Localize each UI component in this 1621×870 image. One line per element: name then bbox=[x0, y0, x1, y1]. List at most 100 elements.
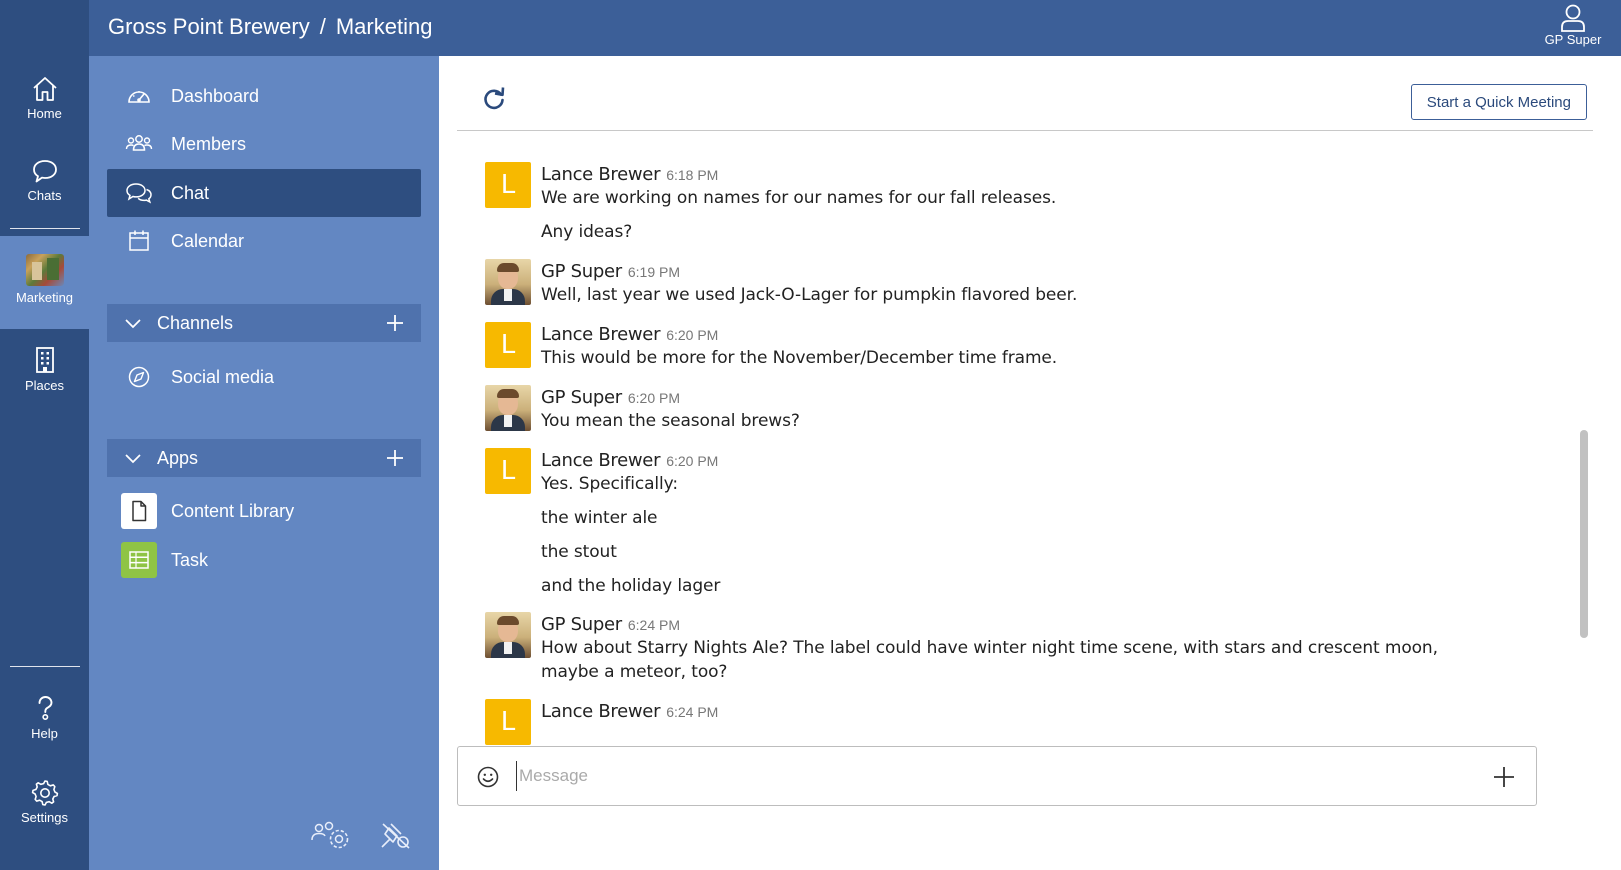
avatar[interactable] bbox=[485, 259, 531, 305]
add-attachment-plus-icon[interactable] bbox=[1492, 765, 1516, 789]
chat-main-panel: Start a Quick Meeting L Lance Brewer 6:18… bbox=[439, 56, 1621, 870]
breadcrumb-channel: Marketing bbox=[335, 14, 433, 39]
building-icon bbox=[35, 347, 54, 373]
nav-item-chat[interactable]: Chat bbox=[107, 169, 421, 217]
sender-name[interactable]: GP Super bbox=[541, 387, 622, 408]
app-item-task[interactable]: Task bbox=[107, 536, 421, 584]
user-menu-button[interactable]: GP Super bbox=[1541, 2, 1605, 54]
chat-bubble-icon bbox=[32, 160, 57, 183]
breadcrumb-separator: / bbox=[319, 14, 326, 39]
rail-label-chats: Chats bbox=[27, 188, 62, 203]
channels-header-label: Channels bbox=[157, 312, 234, 333]
rail-top-block bbox=[0, 0, 89, 56]
message-text: the stout bbox=[541, 542, 617, 562]
avatar[interactable]: L bbox=[485, 699, 531, 745]
sender-name[interactable]: Lance Brewer bbox=[541, 450, 660, 471]
message-header: Lance Brewer 6:24 PM bbox=[541, 701, 718, 722]
emoji-icon[interactable] bbox=[476, 765, 500, 789]
message-time: 6:24 PM bbox=[627, 617, 680, 633]
team-settings-button[interactable] bbox=[309, 816, 353, 856]
rail-item-places[interactable]: Places bbox=[0, 346, 89, 424]
nav-label-members: Members bbox=[171, 133, 247, 154]
message-text: the winter ale bbox=[541, 508, 658, 528]
breadcrumb: Gross Point Brewery / Marketing bbox=[108, 14, 432, 40]
rail-divider-top bbox=[10, 228, 80, 229]
channels-section-header: Channels bbox=[107, 304, 421, 342]
avatar[interactable]: L bbox=[485, 162, 531, 208]
avatar[interactable] bbox=[485, 612, 531, 658]
app-rail: Home Chats Marketing Places Help Setting… bbox=[0, 56, 89, 870]
rail-label-settings: Settings bbox=[21, 810, 68, 825]
gauge-icon bbox=[125, 84, 153, 108]
chevron-down-icon[interactable] bbox=[123, 313, 143, 333]
message-text: This would be more for the November/Dece… bbox=[541, 348, 1058, 368]
message-composer bbox=[457, 746, 1537, 806]
message-header: GP Super 6:24 PM bbox=[541, 614, 680, 635]
chat-toolbar: Start a Quick Meeting bbox=[457, 56, 1593, 131]
message-time: 6:20 PM bbox=[666, 453, 719, 469]
message-text: Any ideas? bbox=[541, 222, 633, 242]
message-list[interactable]: L Lance Brewer 6:18 PM We are working on … bbox=[457, 142, 1577, 794]
avatar[interactable] bbox=[485, 385, 531, 431]
rail-label-places: Places bbox=[24, 378, 65, 393]
add-app-plus-icon[interactable] bbox=[385, 448, 405, 468]
home-icon bbox=[32, 77, 57, 101]
message-header: Lance Brewer 6:18 PM bbox=[541, 164, 718, 185]
sender-name[interactable]: Lance Brewer bbox=[541, 701, 660, 722]
message-input[interactable] bbox=[516, 761, 1466, 791]
add-channel-plus-icon[interactable] bbox=[385, 313, 405, 333]
members-icon bbox=[125, 132, 153, 156]
avatar[interactable]: L bbox=[485, 448, 531, 494]
start-quick-meeting-button[interactable]: Start a Quick Meeting bbox=[1410, 84, 1587, 120]
help-icon bbox=[38, 696, 52, 720]
document-icon bbox=[121, 493, 157, 529]
rail-label-help: Help bbox=[31, 726, 58, 741]
nav-item-calendar[interactable]: Calendar bbox=[107, 217, 421, 265]
message-text: We are working on names for our names fo… bbox=[541, 188, 1057, 208]
apps-section-header: Apps bbox=[107, 439, 421, 477]
message-header: Lance Brewer 6:20 PM bbox=[541, 324, 718, 345]
unpin-icon bbox=[381, 823, 410, 849]
app-label-content-library: Content Library bbox=[171, 500, 295, 521]
rail-item-chats[interactable]: Chats bbox=[0, 158, 89, 236]
top-header: Gross Point Brewery / Marketing GP Super bbox=[0, 0, 1621, 56]
sender-name[interactable]: GP Super bbox=[541, 614, 622, 635]
sender-name[interactable]: Lance Brewer bbox=[541, 324, 660, 345]
refresh-icon[interactable] bbox=[481, 86, 507, 112]
rail-divider-bottom bbox=[10, 666, 80, 667]
avatar[interactable]: L bbox=[485, 322, 531, 368]
team-gear-icon bbox=[311, 821, 349, 849]
sender-name[interactable]: Lance Brewer bbox=[541, 164, 660, 185]
chevron-down-icon[interactable] bbox=[123, 448, 143, 468]
message-time: 6:18 PM bbox=[666, 167, 719, 183]
nav-item-dashboard[interactable]: Dashboard bbox=[107, 72, 421, 120]
rail-item-help[interactable]: Help bbox=[0, 694, 89, 772]
nav-item-members[interactable]: Members bbox=[107, 120, 421, 168]
compass-icon bbox=[125, 365, 153, 389]
nav-label-calendar: Calendar bbox=[171, 230, 245, 251]
nav-label-chat: Chat bbox=[171, 182, 210, 203]
channel-item-social-media[interactable]: Social media bbox=[107, 353, 421, 401]
apps-header-label: Apps bbox=[157, 447, 199, 468]
message-time: 6:24 PM bbox=[666, 704, 719, 720]
message-time: 6:20 PM bbox=[627, 390, 680, 406]
breadcrumb-team[interactable]: Gross Point Brewery bbox=[108, 14, 310, 39]
message-header: GP Super 6:20 PM bbox=[541, 387, 680, 408]
unpin-button[interactable] bbox=[374, 816, 418, 856]
chat-icon bbox=[125, 181, 153, 205]
channel-label-social-media: Social media bbox=[171, 366, 275, 387]
gear-icon bbox=[31, 780, 58, 806]
nav-label-dashboard: Dashboard bbox=[171, 85, 260, 106]
message-text: You mean the seasonal brews? bbox=[541, 411, 800, 431]
rail-item-marketing[interactable]: Marketing bbox=[0, 236, 89, 329]
message-text: How about Starry Nights Ale? The label c… bbox=[541, 638, 1438, 682]
sender-name[interactable]: GP Super bbox=[541, 261, 622, 282]
app-item-content-library[interactable]: Content Library bbox=[107, 487, 421, 535]
rail-item-settings[interactable]: Settings bbox=[0, 778, 89, 856]
team-sidenav: Dashboard Members Chat Calendar Channels… bbox=[89, 56, 439, 870]
rail-item-home[interactable]: Home bbox=[0, 76, 89, 154]
app-label-task: Task bbox=[171, 549, 209, 570]
message-time: 6:20 PM bbox=[666, 327, 719, 343]
message-scrollbar[interactable] bbox=[1579, 140, 1589, 720]
scrollbar-thumb[interactable] bbox=[1580, 430, 1588, 638]
